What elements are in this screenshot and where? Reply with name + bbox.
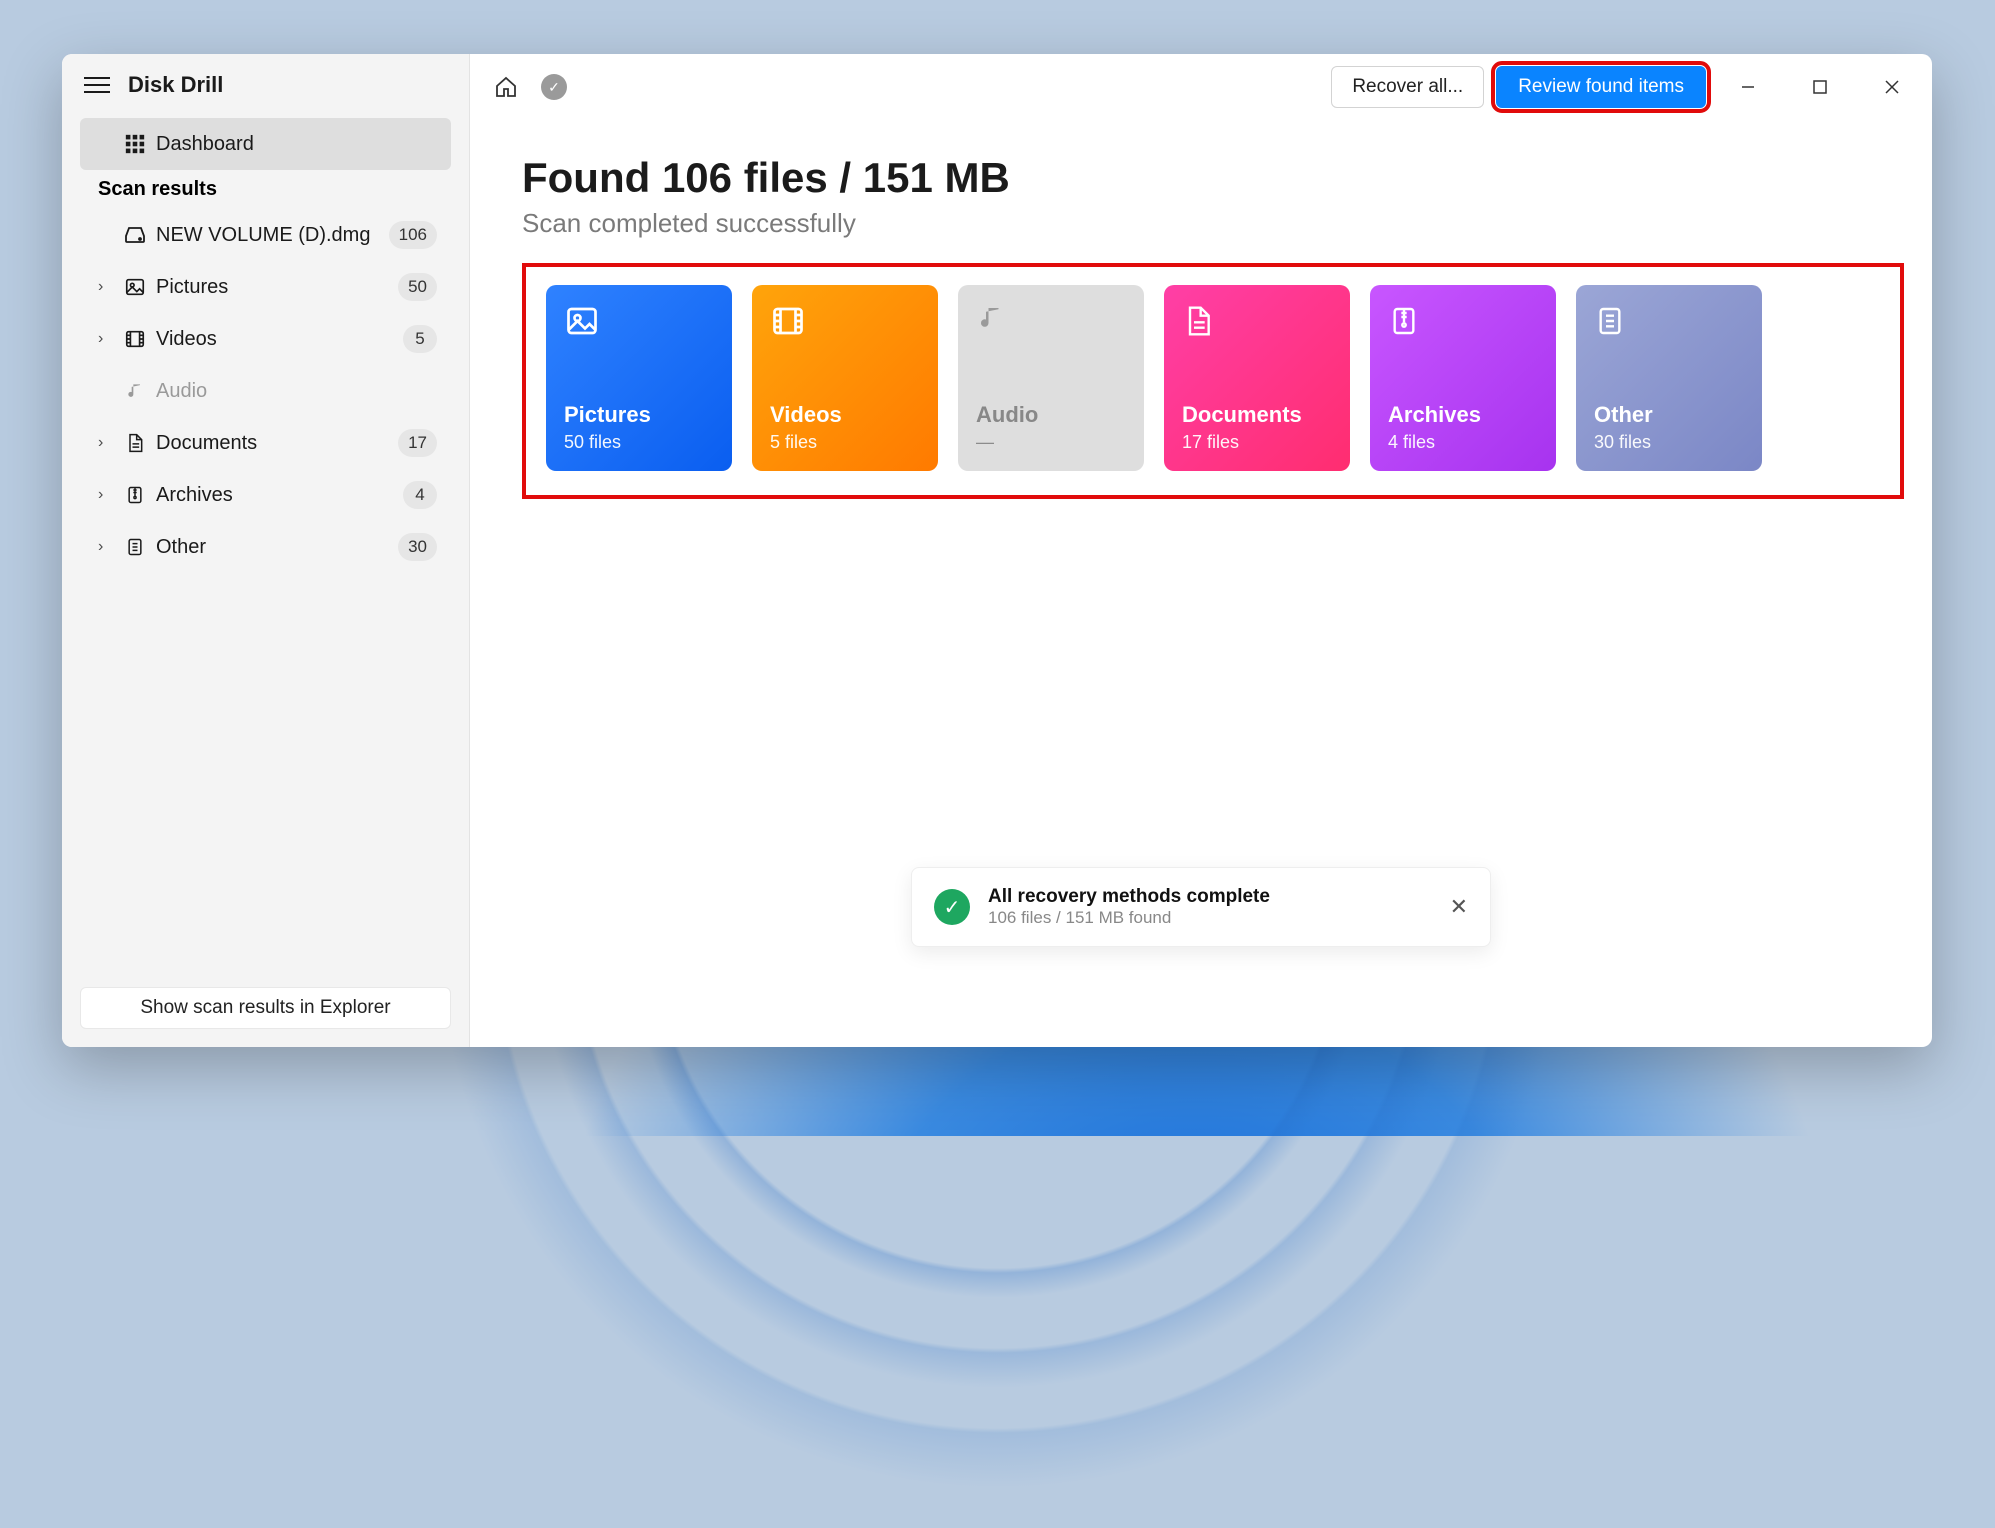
card-title: Archives	[1388, 402, 1538, 428]
review-found-items-button[interactable]: Review found items	[1496, 66, 1706, 108]
chevron-right-icon: ›	[98, 278, 116, 296]
top-bar: ✓ Recover all... Review found items	[470, 54, 1932, 120]
card-count: —	[976, 432, 1126, 453]
sidebar-item-volume[interactable]: NEW VOLUME (D).dmg 106	[80, 209, 451, 261]
sidebar-list: Dashboard Scan results NEW VOLUME (D).dm…	[62, 116, 469, 573]
toast-subtitle: 106 files / 151 MB found	[988, 908, 1270, 928]
card-archives[interactable]: Archives 4 files	[1370, 285, 1556, 471]
card-title: Audio	[976, 402, 1126, 428]
card-count: 50 files	[564, 432, 714, 453]
count-badge: 17	[398, 429, 437, 457]
archive-icon	[120, 484, 150, 506]
category-cards: Pictures 50 files Videos 5 files	[522, 263, 1904, 499]
sidebar-item-other[interactable]: › Other 30	[80, 521, 451, 573]
sidebar-item-label: Documents	[150, 432, 398, 455]
status-check-button[interactable]: ✓	[536, 69, 572, 105]
content: Found 106 files / 151 MB Scan completed …	[470, 120, 1932, 499]
toast-close-button[interactable]: ✕	[1450, 894, 1468, 920]
count-badge: 106	[389, 221, 437, 249]
card-count: 17 files	[1182, 432, 1332, 453]
card-videos[interactable]: Videos 5 files	[752, 285, 938, 471]
card-count: 4 files	[1388, 432, 1538, 453]
main-panel: ✓ Recover all... Review found items Foun…	[470, 54, 1932, 1047]
chevron-right-icon: ›	[98, 486, 116, 504]
sidebar: Disk Drill Dashboard Scan results NEW VO…	[62, 54, 470, 1047]
count-badge: 5	[403, 325, 437, 353]
card-title: Pictures	[564, 402, 714, 428]
show-in-explorer-button[interactable]: Show scan results in Explorer	[80, 987, 451, 1029]
drive-icon	[120, 223, 150, 247]
page-subheading: Scan completed successfully	[522, 208, 1904, 239]
app-title: Disk Drill	[128, 72, 223, 98]
toast-title: All recovery methods complete	[988, 886, 1270, 908]
image-icon	[120, 276, 150, 298]
check-circle-icon: ✓	[541, 74, 567, 100]
card-other[interactable]: Other 30 files	[1576, 285, 1762, 471]
sidebar-footer: Show scan results in Explorer	[62, 977, 469, 1047]
minimize-button[interactable]	[1718, 66, 1778, 108]
check-circle-icon: ✓	[934, 889, 970, 925]
card-title: Videos	[770, 402, 920, 428]
document-icon	[1182, 303, 1332, 339]
sidebar-item-label: Other	[150, 536, 398, 559]
film-icon	[770, 303, 920, 339]
sidebar-item-label: Videos	[150, 328, 403, 351]
card-title: Documents	[1182, 402, 1332, 428]
menu-icon[interactable]	[84, 77, 110, 93]
sidebar-item-dashboard[interactable]: Dashboard	[80, 118, 451, 170]
sidebar-item-label: Archives	[150, 484, 403, 507]
toast-notification: ✓ All recovery methods complete 106 file…	[911, 867, 1491, 947]
page-heading: Found 106 files / 151 MB	[522, 154, 1904, 202]
sidebar-item-label: Dashboard	[150, 133, 437, 156]
sidebar-item-archives[interactable]: › Archives 4	[80, 469, 451, 521]
sidebar-item-label: Pictures	[150, 276, 398, 299]
home-button[interactable]	[488, 69, 524, 105]
close-button[interactable]	[1862, 66, 1922, 108]
card-documents[interactable]: Documents 17 files	[1164, 285, 1350, 471]
sidebar-item-label: Audio	[150, 380, 437, 403]
document-icon	[120, 432, 150, 454]
card-title: Other	[1594, 402, 1744, 428]
sidebar-header: Disk Drill	[62, 54, 469, 116]
count-badge: 50	[398, 273, 437, 301]
sidebar-item-videos[interactable]: › Videos 5	[80, 313, 451, 365]
sidebar-item-label: NEW VOLUME (D).dmg	[150, 224, 389, 247]
recover-all-button[interactable]: Recover all...	[1331, 66, 1484, 108]
count-badge: 4	[403, 481, 437, 509]
card-pictures[interactable]: Pictures 50 files	[546, 285, 732, 471]
archive-icon	[1388, 303, 1538, 339]
chevron-right-icon: ›	[98, 538, 116, 556]
sidebar-item-documents[interactable]: › Documents 17	[80, 417, 451, 469]
music-icon	[976, 303, 1126, 333]
image-icon	[564, 303, 714, 339]
card-count: 30 files	[1594, 432, 1744, 453]
film-icon	[120, 328, 150, 350]
file-icon	[1594, 303, 1744, 339]
file-icon	[120, 536, 150, 558]
card-count: 5 files	[770, 432, 920, 453]
card-audio[interactable]: Audio —	[958, 285, 1144, 471]
sidebar-section-header: Scan results	[80, 170, 451, 209]
sidebar-item-pictures[interactable]: › Pictures 50	[80, 261, 451, 313]
count-badge: 30	[398, 533, 437, 561]
sidebar-item-audio[interactable]: Audio	[80, 365, 451, 417]
grid-icon	[120, 133, 150, 155]
maximize-button[interactable]	[1790, 66, 1850, 108]
app-window: Disk Drill Dashboard Scan results NEW VO…	[62, 54, 1932, 1047]
chevron-right-icon: ›	[98, 434, 116, 452]
music-icon	[120, 381, 150, 401]
chevron-right-icon: ›	[98, 330, 116, 348]
